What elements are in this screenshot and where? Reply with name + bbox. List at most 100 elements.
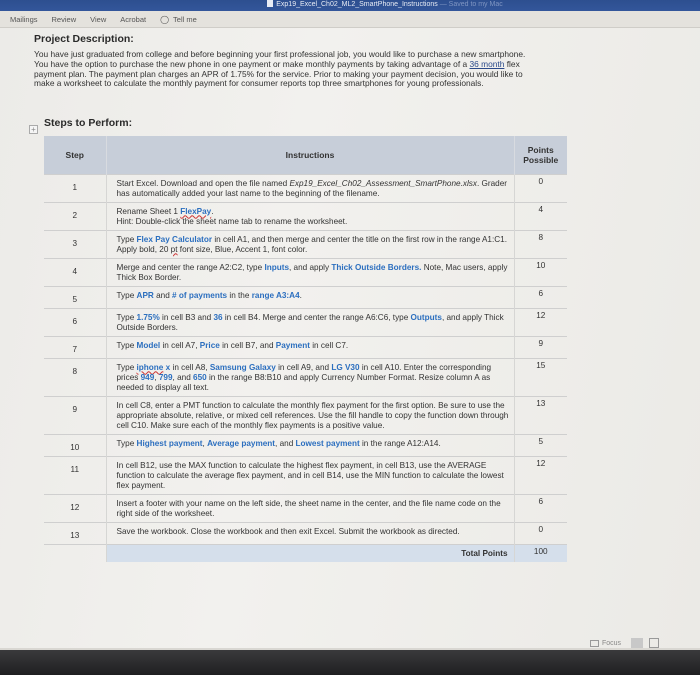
- points-possible: 12: [514, 455, 567, 494]
- highlighted-term: Payment: [275, 340, 310, 350]
- step-instructions: In cell B12, use the MAX function to cal…: [106, 455, 515, 494]
- points-possible: 9: [514, 335, 567, 358]
- highlighted-term: LG V30: [331, 362, 360, 372]
- tab-acrobat[interactable]: Acrobat: [120, 15, 146, 24]
- step-instructions: Merge and center the range A2:C2, type I…: [106, 257, 515, 286]
- points-possible: 8: [514, 229, 567, 258]
- document-icon: [267, 0, 274, 7]
- table-row: 12 Insert a footer with your name on the …: [44, 493, 567, 522]
- step-number: 6: [44, 307, 107, 336]
- ribbon-tabs: Mailings Review View Acrobat ◯ Tell me: [0, 11, 700, 28]
- points-possible: 4: [514, 201, 567, 230]
- instruction-text: Type: [116, 362, 137, 372]
- highlighted-term: Lowest payment: [295, 438, 360, 448]
- project-description-heading: Project Description:: [34, 33, 134, 45]
- window-title: Exp19_Excel_Ch02_ML2_SmartPhone_Instruct…: [276, 1, 438, 8]
- instruction-text: in the: [227, 290, 252, 300]
- step-number: 8: [44, 357, 107, 396]
- instruction-text: and: [153, 290, 173, 300]
- table-row: 11 In cell B12, use the MAX function to c…: [44, 455, 567, 494]
- focus-icon: [590, 639, 599, 647]
- instruction-text: in cell A7,: [160, 340, 200, 350]
- step-number: 9: [44, 395, 107, 434]
- step-number: 11: [44, 455, 107, 494]
- points-possible: 15: [514, 357, 567, 396]
- steps-heading: Steps to Perform:: [44, 117, 133, 129]
- instruction-text: font size, Blue, Accent 1, font color.: [177, 244, 308, 254]
- step-instructions: Type Flex Pay Calculator in cell A1, and…: [106, 229, 515, 258]
- step-number: 13: [44, 521, 107, 544]
- step-number: 2: [44, 201, 107, 230]
- document-page: Project Description: You have just gradu…: [0, 28, 700, 648]
- highlighted-term: 799: [158, 372, 173, 382]
- web-layout-view-button[interactable]: [649, 638, 660, 648]
- instruction-text: , and apply: [289, 262, 332, 272]
- highlighted-term: iphone: [136, 362, 164, 372]
- table-row: 3 Type Flex Pay Calculator in cell A1, an…: [44, 229, 567, 258]
- instruction-text: In cell B12, use the MAX function to cal…: [116, 460, 504, 490]
- screen-bezel: [0, 650, 700, 675]
- step-number: 3: [44, 229, 107, 258]
- table-header-row: Step Instructions Points Possible: [44, 136, 567, 174]
- points-possible: 6: [514, 285, 567, 308]
- instruction-text: Hint: Double-click the sheet name tab to…: [116, 216, 348, 226]
- instruction-text: Merge and center the range A2:C2, type: [116, 262, 265, 272]
- instruction-text: , and: [275, 438, 296, 448]
- instruction-text: Insert a footer with your name on the le…: [116, 498, 501, 518]
- table-row: 10 Type Highest payment, Average payment,…: [44, 433, 567, 456]
- highlighted-term: range A3:A4: [251, 290, 300, 300]
- window-title-bar: Exp19_Excel_Ch02_ML2_SmartPhone_Instruct…: [0, 0, 700, 11]
- total-points-value: 100: [514, 543, 567, 562]
- save-status: — Saved to my Mac: [439, 1, 503, 8]
- highlighted-term: Price: [199, 340, 220, 350]
- focus-mode-button[interactable]: Focus: [602, 640, 621, 647]
- instruction-text: Type: [116, 290, 137, 300]
- table-move-handle-icon[interactable]: +: [29, 125, 38, 134]
- highlighted-term: 1.75%: [136, 312, 160, 322]
- step-instructions: In cell C8, enter a PMT function to calc…: [106, 395, 515, 434]
- points-possible: 0: [514, 173, 567, 202]
- highlighted-term: APR: [136, 290, 154, 300]
- highlighted-term: Inputs: [264, 262, 289, 272]
- description-part: You have just graduated from college and…: [34, 49, 526, 69]
- highlighted-term: Outputs: [410, 312, 442, 322]
- instruction-text: in the range A12:A14.: [359, 438, 441, 448]
- print-layout-view-button[interactable]: [631, 638, 644, 648]
- step-instructions: Type Model in cell A7, Price in cell B7,…: [106, 335, 515, 358]
- instruction-text: in cell A8,: [170, 362, 210, 372]
- highlighted-term: 36: [213, 312, 223, 322]
- step-instructions: Rename Sheet 1 FlexPay. Hint: Double-clic…: [106, 201, 515, 230]
- instruction-text: In cell C8, enter a PMT function to calc…: [116, 400, 509, 430]
- status-bar: Focus: [590, 636, 700, 650]
- step-instructions: Type 1.75% in cell B3 and 36 in cell B4.…: [106, 307, 515, 336]
- table-row: 1 Start Excel. Download and open the file…: [44, 173, 567, 202]
- step-number: 1: [44, 173, 107, 202]
- instruction-text: Type: [116, 340, 137, 350]
- instruction-text: Save the workbook. Close the workbook an…: [116, 526, 460, 536]
- instruction-text: in cell A9, and: [275, 362, 332, 372]
- step-instructions: Start Excel. Download and open the file …: [106, 173, 515, 202]
- tab-mailings[interactable]: Mailings: [10, 15, 38, 24]
- highlighted-term: Flex Pay Calculator: [136, 234, 213, 244]
- table-row: 7 Type Model in cell A7, Price in cell B7…: [44, 335, 567, 358]
- table-row: 9 In cell C8, enter a PMT function to cal…: [44, 395, 567, 434]
- instruction-text: in cell B7, and: [219, 340, 276, 350]
- instruction-text: .: [211, 206, 214, 216]
- header-points: Points Possible: [514, 136, 567, 174]
- instruction-text: Rename Sheet 1: [116, 206, 181, 216]
- highlighted-term: 949: [140, 372, 155, 382]
- tell-me-search[interactable]: ◯ Tell me: [160, 15, 197, 24]
- highlighted-term: # of payments: [172, 290, 228, 300]
- description-highlight-36-month: 36 month: [469, 58, 505, 69]
- points-possible: 13: [514, 395, 567, 434]
- instruction-text: , and: [172, 372, 194, 382]
- step-number: 12: [44, 493, 107, 522]
- table-row: 13 Save the workbook. Close the workbook …: [44, 521, 567, 544]
- instruction-text: Exp19_Excel_Ch02_Assessment_SmartPhone.x…: [289, 178, 477, 188]
- table-row: 8 Type iphone x in cell A8, Samsung Galax…: [44, 357, 567, 396]
- points-possible: 10: [514, 257, 567, 286]
- instruction-text: in cell C7.: [309, 340, 349, 350]
- instruction-text: pt: [170, 244, 178, 254]
- tab-view[interactable]: View: [90, 15, 106, 24]
- tab-review[interactable]: Review: [52, 15, 77, 24]
